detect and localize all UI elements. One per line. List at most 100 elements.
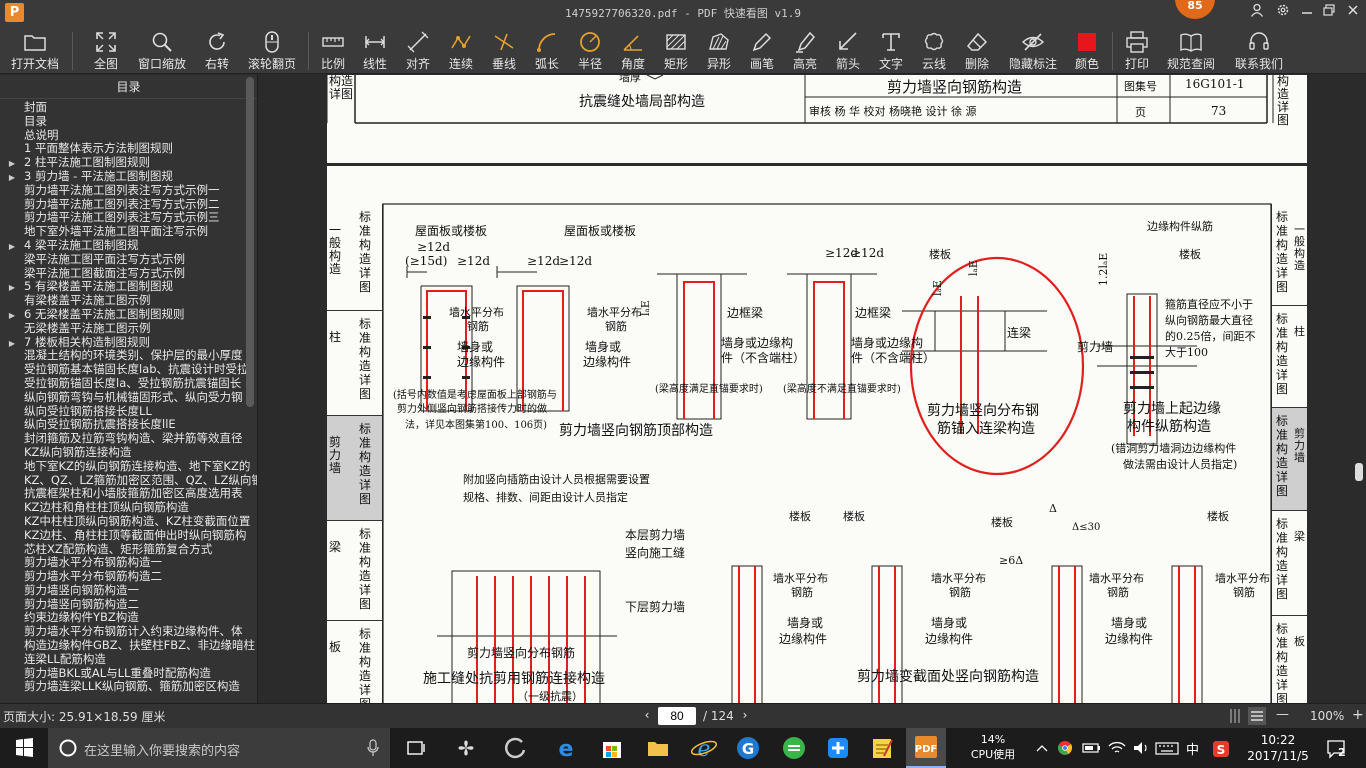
spec-lookup-button[interactable]: 规范查阅 (1164, 28, 1218, 72)
toc-item[interactable]: 剪力墙平法施工图列表注写方式示例一 (0, 184, 257, 198)
open-document-button[interactable]: 打开文档 (6, 28, 64, 72)
toc-item[interactable]: 无梁楼盖平法施工图示例 (0, 322, 257, 336)
pdf-viewer-taskbar-icon[interactable]: PDF (906, 728, 946, 768)
scale-button[interactable]: 比例 (318, 28, 348, 72)
page-number-input[interactable] (658, 707, 696, 725)
toc-item[interactable]: 连梁LL配筋构造 (0, 653, 257, 667)
cloud-line-button[interactable]: 云线 (919, 28, 949, 72)
single-page-view-icon[interactable] (1228, 707, 1242, 725)
toc-item[interactable]: 芯柱XZ配筋构造、矩形箍筋复合方式 (0, 543, 257, 557)
perpendicular-button[interactable]: 垂线 (489, 28, 519, 72)
toc-item[interactable]: 剪力墙水平分布钢筋构造二 (0, 570, 257, 584)
wheel-page-button[interactable]: 滚轮翻页 (244, 28, 300, 72)
window-zoom-button[interactable]: 窗口缩放 (136, 28, 188, 72)
irregular-measure-button[interactable]: 异形 (704, 28, 734, 72)
start-button[interactable] (0, 728, 48, 768)
expand-arrow-icon[interactable]: ▶ (0, 240, 24, 253)
pen-button[interactable]: 画笔 (747, 28, 777, 72)
wifi-icon[interactable] (1106, 732, 1128, 764)
toc-item[interactable]: KZ边柱、角柱柱顶等截面伸出时纵向钢筋构 (0, 529, 257, 543)
toc-item[interactable]: 目录 (0, 115, 257, 129)
ime-indicator[interactable]: 中 (1186, 739, 1199, 758)
radius-button[interactable]: 半径 (575, 28, 605, 72)
toc-item[interactable]: 受拉钢筋锚固长度la、受拉钢筋抗震锚固长 (0, 377, 257, 391)
keyboard-icon[interactable] (1154, 732, 1180, 764)
fit-page-button[interactable]: 全图 (88, 28, 124, 72)
sidebar-scrollbar[interactable] (246, 77, 254, 407)
toc-item[interactable]: 封面 (0, 101, 257, 115)
prev-page-icon[interactable]: ‹ (640, 708, 654, 722)
edge-browser-icon[interactable]: e (550, 732, 582, 764)
color-button[interactable]: 颜色 (1072, 28, 1102, 72)
toc-item[interactable]: ▶ 7 楼板相关构造制图规则 (0, 336, 257, 350)
toc-item[interactable]: 剪力墙平法施工图列表注写方式示例三 (0, 211, 257, 225)
task-view-icon[interactable] (400, 732, 432, 764)
tray-expand-icon[interactable] (1034, 732, 1050, 764)
angle-button[interactable]: 角度 (618, 28, 648, 72)
close-button[interactable] (1342, 3, 1364, 23)
zoom-in-icon[interactable]: + (1352, 707, 1364, 723)
document-viewport[interactable]: 构造详图 抗震缝处墙局部构造 墙厚 剪力墙竖向钢筋构造 图集号 16G101-1… (259, 75, 1366, 703)
toc-item[interactable]: 地下室KZ的纵向钢筋连接构造、地下室KZ的 (0, 460, 257, 474)
battery-icon[interactable] (1080, 732, 1102, 764)
rotate-right-button[interactable]: 右转 (200, 28, 234, 72)
toc-item[interactable]: 剪力墙水平分布钢筋构造一 (0, 556, 257, 570)
notification-center-icon[interactable]: 2 (1322, 732, 1352, 764)
continuous-view-icon[interactable] (1248, 707, 1266, 725)
toc-item[interactable]: KZ边柱和角柱柱顶纵向钢筋构造 (0, 501, 257, 515)
next-page-icon[interactable]: › (738, 708, 752, 722)
zoom-out-icon[interactable]: — (1276, 707, 1289, 722)
maximize-button[interactable] (1318, 3, 1340, 23)
toc-item[interactable]: 剪力墙水平分布钢筋计入约束边缘构件、体 (0, 625, 257, 639)
toc-item[interactable]: KZ中柱柱顶纵向钢筋构造、KZ柱变截面位置 (0, 515, 257, 529)
print-button[interactable]: 打印 (1122, 28, 1152, 72)
expand-arrow-icon[interactable]: ▶ (0, 281, 24, 294)
hide-markup-button[interactable]: 隐藏标注 (1005, 28, 1061, 72)
swirl-app-icon[interactable] (500, 732, 532, 764)
system-clock[interactable]: 10:22 2017/11/5 (1242, 732, 1314, 764)
minimize-button[interactable] (1296, 3, 1318, 23)
expand-arrow-icon[interactable]: ▶ (0, 337, 24, 350)
linear-measure-button[interactable]: 线性 (360, 28, 390, 72)
toc-item[interactable]: 纵向受拉钢筋搭接长度LL (0, 405, 257, 419)
delete-button[interactable]: 删除 (962, 28, 992, 72)
toc-item[interactable]: 总说明 (0, 129, 257, 143)
contact-us-button[interactable]: 联系我们 (1232, 28, 1286, 72)
toc-item[interactable]: 1 平面整体表示方法制图规则 (0, 142, 257, 156)
toc-item[interactable]: 梁平法施工图平面注写方式示例 (0, 253, 257, 267)
ie-browser-icon[interactable]: e (688, 732, 720, 764)
rectangle-measure-button[interactable]: 矩形 (661, 28, 691, 72)
notes-app-icon[interactable] (866, 732, 898, 764)
toc-item[interactable]: 约束边缘构件YBZ构造 (0, 611, 257, 625)
text-button[interactable]: 文字 (876, 28, 906, 72)
toc-item[interactable]: ▶ 5 有梁楼盖平法施工图制图规 (0, 280, 257, 294)
toc-item[interactable]: 梁平法施工图截面注写方式示例 (0, 267, 257, 281)
g-app-icon[interactable]: G (732, 732, 764, 764)
toc-item[interactable]: 有梁楼盖平法施工图示例 (0, 294, 257, 308)
toc-item[interactable]: 剪力墙竖向钢筋构造二 (0, 598, 257, 612)
fan-app-icon[interactable] (450, 732, 482, 764)
volume-icon[interactable] (1130, 732, 1152, 764)
toc-item[interactable]: 地下室外墙平法施工图平面注写示例 (0, 225, 257, 239)
cpu-usage[interactable]: 14% CPU使用 (962, 732, 1024, 762)
settings-icon[interactable] (1272, 3, 1294, 23)
store-icon[interactable] (596, 732, 628, 764)
toc-item[interactable]: 受拉钢筋基本锚固长度lab、抗震设计时受拉 (0, 363, 257, 377)
toc-item[interactable]: 混凝土结构的环境类别、保护层的最小厚度 (0, 349, 257, 363)
toc-item[interactable]: KZ、QZ、LZ箍筋加密区范围、QZ、LZ纵向钢 (0, 474, 257, 488)
toc-item[interactable]: 构造边缘构件GBZ、扶壁柱FBZ、非边缘暗柱 (0, 639, 257, 653)
toc-item[interactable]: 纵向受拉钢筋抗震搭接长度llE (0, 418, 257, 432)
toc-item[interactable]: 纵向钢筋弯钩与机械锚固形式、纵向受力钢 (0, 391, 257, 405)
highlight-button[interactable]: 高亮 (790, 28, 820, 72)
sogou-ime-icon[interactable]: S (1210, 732, 1234, 764)
toc-item[interactable]: 剪力墙连梁LLK纵向钢筋、箍筋加密区构造 (0, 680, 257, 694)
toc-item[interactable]: 封闭箍筋及拉筋弯钩构造、梁并筋等效直径 (0, 432, 257, 446)
toc-item[interactable]: ▶ 3 剪力墙 - 平法施工图制图规 (0, 170, 257, 184)
toc-item[interactable]: ▶ 4 梁平法施工图制图规 (0, 239, 257, 253)
expand-arrow-icon[interactable]: ▶ (0, 309, 24, 322)
toc-item[interactable]: ▶ 6 无梁楼盖平法施工图制图规则 (0, 308, 257, 322)
toc-item[interactable]: 剪力墙竖向钢筋构造一 (0, 584, 257, 598)
green-app-icon[interactable] (778, 732, 810, 764)
expand-arrow-icon[interactable]: ▶ (0, 157, 24, 170)
user-icon[interactable] (1246, 3, 1268, 23)
